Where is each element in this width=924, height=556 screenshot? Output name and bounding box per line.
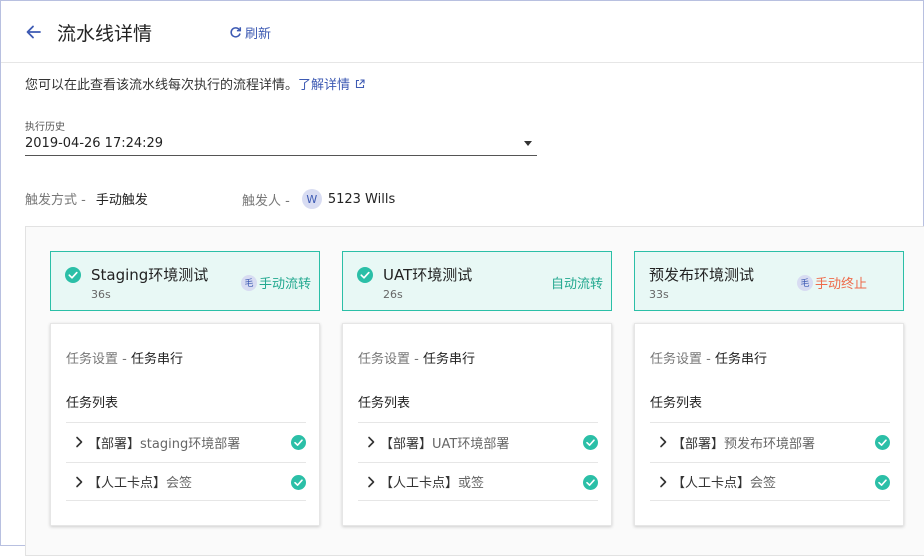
stage-name: UAT环境测试 — [383, 266, 473, 284]
task-name: 【部署】预发布环境部署 — [672, 433, 815, 452]
stage-action-label: 手动流转 — [258, 277, 311, 292]
task-row[interactable]: 【部署】预发布环境部署 — [650, 422, 890, 461]
stage-body: 任务设置 - 任务串行 任务列表 【部署】staging环境部署 【人工卡点】会… — [50, 323, 320, 526]
stage-action-status: 毛 手动流转 — [240, 273, 311, 292]
task-setting-value: 任务串行 — [130, 352, 183, 367]
stage-header: 预发布环境测试 33s 毛 手动终止 — [634, 251, 904, 311]
stage-card: UAT环境测试 26s 自动流转 任务设置 - 任务串行 任务列表 【部署】UA… — [342, 251, 612, 526]
task-label: staging环境部署 — [140, 436, 241, 452]
caret-down-icon — [524, 141, 532, 146]
trigger-person-value: 5123 Wills — [327, 191, 396, 207]
task-name: 【部署】UAT环境部署 — [380, 433, 509, 452]
trigger-person-label: 触发人 - — [242, 193, 290, 209]
task-label: 会签 — [750, 476, 777, 491]
stage-body: 任务设置 - 任务串行 任务列表 【部署】预发布环境部署 【人工卡点】会签 — [634, 323, 904, 526]
task-label: 会签 — [166, 476, 193, 491]
task-setting: 任务设置 - 任务串行 — [66, 348, 183, 367]
learn-more-label: 了解详情 — [298, 78, 351, 93]
page-description: 您可以在此查看该流水线每次执行的流程详情。了解详情 — [25, 74, 365, 93]
stage-duration: 36s — [91, 288, 111, 301]
check-circle-icon — [583, 475, 598, 490]
page-header: 流水线详情 刷新 — [1, 1, 923, 63]
operator-avatar: 毛 — [796, 274, 813, 291]
task-tag: 【部署】 — [380, 436, 433, 452]
task-label: UAT环境部署 — [432, 436, 510, 452]
refresh-label: 刷新 — [245, 27, 272, 42]
task-name: 【部署】staging环境部署 — [88, 433, 240, 452]
check-circle-icon — [357, 267, 373, 283]
stage-body: 任务设置 - 任务串行 任务列表 【部署】UAT环境部署 【人工卡点】或签 — [342, 323, 612, 526]
stage-action-status: 毛 手动终止 — [796, 273, 867, 292]
learn-more-link[interactable]: 了解详情 — [298, 78, 365, 93]
operator-avatar: 毛 — [240, 274, 257, 291]
task-row[interactable]: 【人工卡点】会签 — [66, 462, 306, 501]
task-label: 或签 — [458, 476, 485, 491]
task-setting-label: 任务设置 - — [650, 352, 711, 367]
stage-header: Staging环境测试 36s 毛 手动流转 — [50, 251, 320, 311]
chevron-right-icon — [76, 476, 83, 487]
trigger-mode: 触发方式 - 手动触发 — [25, 189, 148, 208]
task-setting: 任务设置 - 任务串行 — [358, 348, 475, 367]
refresh-icon — [230, 27, 242, 38]
refresh-button[interactable]: 刷新 — [229, 23, 271, 42]
check-circle-icon — [291, 435, 306, 450]
chevron-right-icon — [660, 476, 667, 487]
stage-action-label: 手动终止 — [814, 277, 867, 292]
trigger-mode-value: 手动触发 — [95, 193, 148, 208]
trigger-person: 触发人 - W 5123 Wills — [242, 189, 395, 209]
check-circle-icon — [875, 435, 890, 450]
task-row[interactable]: 【部署】staging环境部署 — [66, 422, 306, 461]
task-row[interactable]: 【人工卡点】或签 — [358, 462, 598, 501]
back-button[interactable] — [23, 21, 45, 43]
stage-action-label: 自动流转 — [550, 277, 603, 292]
avatar: W — [301, 189, 322, 209]
check-circle-icon — [65, 267, 81, 283]
page-title: 流水线详情 — [57, 23, 153, 45]
stage-name: Staging环境测试 — [91, 266, 209, 284]
task-tag: 【人工卡点】 — [88, 476, 167, 491]
external-link-icon — [356, 79, 365, 89]
task-row[interactable]: 【部署】UAT环境部署 — [358, 422, 598, 461]
stage-duration: 26s — [383, 288, 403, 301]
chevron-right-icon — [76, 436, 83, 448]
arrow-left-icon — [26, 25, 41, 39]
description-text: 您可以在此查看该流水线每次执行的流程详情。 — [25, 78, 299, 93]
check-circle-icon — [291, 475, 306, 490]
stage-action-status: 自动流转 — [551, 273, 603, 292]
stage-card: 预发布环境测试 33s 毛 手动终止 任务设置 - 任务串行 任务列表 【部署】 — [634, 251, 904, 526]
task-tag: 【人工卡点】 — [672, 476, 751, 491]
task-list-title: 任务列表 — [66, 396, 119, 411]
task-tag: 【部署】 — [672, 436, 725, 452]
task-tag: 【人工卡点】 — [380, 476, 459, 491]
check-circle-icon — [875, 475, 890, 490]
check-circle-icon — [583, 435, 598, 450]
task-name: 【人工卡点】或签 — [380, 472, 484, 491]
chevron-right-icon — [368, 436, 375, 448]
stage-header: UAT环境测试 26s 自动流转 — [342, 251, 612, 311]
task-name: 【人工卡点】会签 — [88, 472, 192, 491]
stage-name: 预发布环境测试 — [649, 266, 755, 284]
task-list-title: 任务列表 — [358, 396, 411, 411]
task-setting-label: 任务设置 - — [358, 352, 419, 367]
chevron-right-icon — [368, 476, 375, 487]
history-value: 2019-04-26 17:24:29 — [25, 136, 164, 151]
task-list-title: 任务列表 — [650, 396, 703, 411]
stage-card: Staging环境测试 36s 毛 手动流转 任务设置 - 任务串行 任务列表 — [50, 251, 320, 526]
task-label: 预发布环境部署 — [724, 436, 816, 452]
task-setting: 任务设置 - 任务串行 — [650, 348, 767, 367]
task-name: 【人工卡点】会签 — [672, 472, 776, 491]
task-tag: 【部署】 — [88, 436, 141, 452]
history-label: 执行历史 — [25, 122, 65, 133]
chevron-right-icon — [660, 436, 667, 448]
history-select[interactable]: 2019-04-26 17:24:29 — [25, 134, 537, 156]
task-setting-value: 任务串行 — [714, 352, 767, 367]
trigger-mode-label: 触发方式 - — [25, 193, 86, 208]
stage-duration: 33s — [649, 288, 669, 301]
app-window: 流水线详情 刷新 您可以在此查看该流水线每次执行的流程详情。了解详情 执行历史 … — [0, 0, 924, 556]
pipeline-stages: Staging环境测试 36s 毛 手动流转 任务设置 - 任务串行 任务列表 — [25, 226, 924, 556]
task-row[interactable]: 【人工卡点】会签 — [650, 462, 890, 501]
task-setting-value: 任务串行 — [422, 352, 475, 367]
task-setting-label: 任务设置 - — [66, 352, 127, 367]
